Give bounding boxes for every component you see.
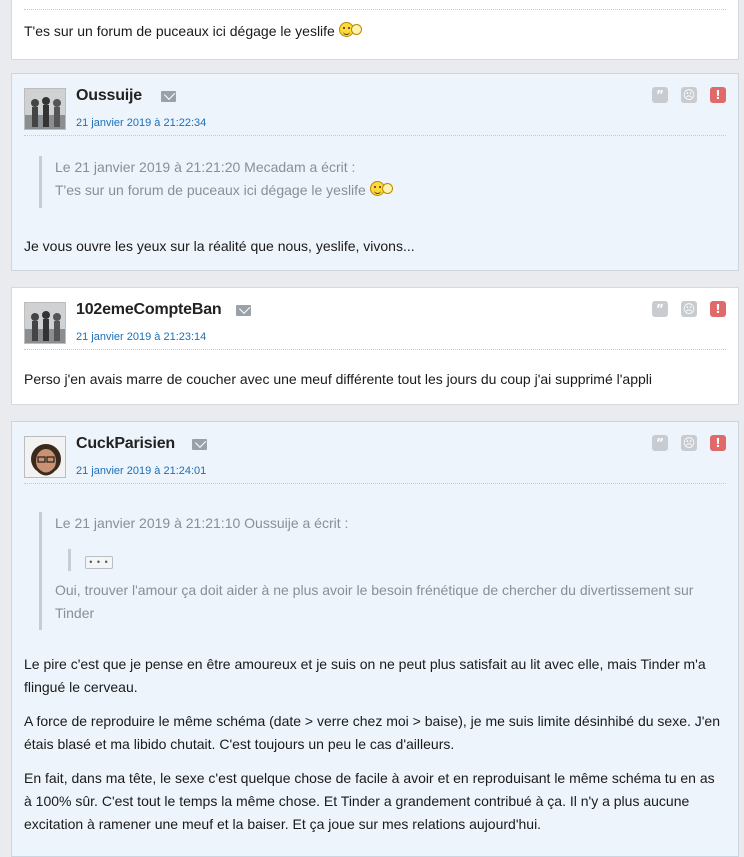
alert-icon[interactable]: !	[710, 87, 726, 103]
message-text: Perso j'en avais marre de coucher avec u…	[24, 371, 652, 387]
message-date[interactable]: 21 janvier 2019 à 21:24:01	[76, 465, 206, 477]
message-actions: ” ☹ !	[652, 301, 726, 317]
avatar-image	[25, 437, 65, 477]
expand-quote-button[interactable]: • • •	[85, 556, 113, 569]
message-text: Je vous ouvre les yeux sur la réalité qu…	[24, 238, 415, 254]
mail-icon[interactable]	[236, 305, 251, 316]
author-pseudo[interactable]: Oussuije	[76, 87, 142, 105]
quote-text-line: T'es sur un forum de puceaux ici dégage …	[55, 179, 719, 202]
message-body: T'es sur un forum de puceaux ici dégage …	[24, 20, 726, 43]
message-text: T'es sur un forum de puceaux ici dégage …	[24, 23, 335, 39]
happy-smiley-icon	[338, 22, 363, 38]
message-header: CuckParisien 21 janvier 2019 à 21:24:01 …	[24, 422, 726, 484]
author-pseudo[interactable]: 102emeCompteBan	[76, 301, 222, 319]
blockquote: Le 21 janvier 2019 à 21:21:20 Mecadam a …	[39, 156, 719, 208]
message-paragraph: A force de reproduire le même schéma (da…	[24, 713, 721, 752]
message-date[interactable]: 21 janvier 2019 à 21:22:34	[76, 117, 206, 129]
message-date[interactable]: 21 janvier 2019 à 21:23:14	[76, 331, 206, 343]
sad-smiley-icon[interactable]: ☹	[681, 301, 697, 317]
quote-text: T'es sur un forum de puceaux ici dégage …	[55, 182, 366, 198]
quote-header: Le 21 janvier 2019 à 21:21:20 Mecadam a …	[55, 159, 356, 175]
message-body: Le pire c'est que je pense en être amour…	[24, 653, 726, 836]
message-paragraph: En fait, dans ma tête, le sexe c'est que…	[24, 770, 715, 832]
message-post: 102emeCompteBan 21 janvier 2019 à 21:23:…	[11, 287, 739, 405]
avatar[interactable]	[24, 88, 66, 130]
mail-icon[interactable]	[192, 439, 207, 450]
sad-smiley-icon[interactable]: ☹	[681, 435, 697, 451]
message-actions: ” ☹ !	[652, 435, 726, 451]
mail-icon[interactable]	[161, 91, 176, 102]
author-pseudo[interactable]: CuckParisien	[76, 435, 175, 453]
message-actions: ” ☹ !	[652, 87, 726, 103]
message-post: T'es sur un forum de puceaux ici dégage …	[11, 0, 739, 60]
message-post: CuckParisien 21 janvier 2019 à 21:24:01 …	[11, 421, 739, 857]
blockquote: Le 21 janvier 2019 à 21:21:10 Oussuije a…	[39, 512, 719, 630]
message-header: Oussuije 21 janvier 2019 à 21:22:34 ” ☹ …	[24, 74, 726, 136]
quote-header: Le 21 janvier 2019 à 21:21:10 Oussuije a…	[55, 515, 349, 531]
happy-smiley-icon	[369, 181, 394, 197]
quote-icon[interactable]: ”	[652, 87, 668, 103]
quote-icon[interactable]: ”	[652, 435, 668, 451]
alert-icon[interactable]: !	[710, 435, 726, 451]
sad-smiley-icon[interactable]: ☹	[681, 87, 697, 103]
avatar-image	[25, 303, 65, 343]
quote-text: Oui, trouver l'amour ça doit aider à ne …	[55, 582, 694, 621]
quote-icon[interactable]: ”	[652, 301, 668, 317]
avatar-image	[25, 89, 65, 129]
avatar[interactable]	[24, 302, 66, 344]
message-post: Oussuije 21 janvier 2019 à 21:22:34 ” ☹ …	[11, 73, 739, 271]
message-paragraph: Le pire c'est que je pense en être amour…	[24, 656, 706, 695]
message-header: 102emeCompteBan 21 janvier 2019 à 21:23:…	[24, 288, 726, 350]
divider	[24, 9, 726, 10]
avatar[interactable]	[24, 436, 66, 478]
alert-icon[interactable]: !	[710, 301, 726, 317]
nested-quote: • • •	[68, 549, 719, 571]
